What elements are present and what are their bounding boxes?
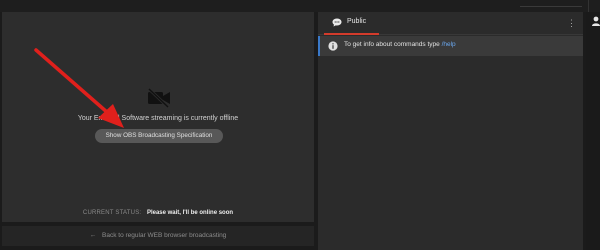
tab-active-indicator <box>324 33 379 35</box>
tab-public[interactable]: Public <box>324 12 379 35</box>
message-text: To get info about commands type /help <box>344 41 456 48</box>
chat-header: Public ⋮ <box>318 12 583 35</box>
arrow-left-icon: ← <box>89 232 97 239</box>
chat-bubble-icon <box>332 18 342 27</box>
show-obs-spec-button[interactable]: Show OBS Broadcasting Specification <box>95 129 223 143</box>
video-panel: Your External Software streaming is curr… <box>2 12 314 222</box>
right-sidebar <box>586 12 600 250</box>
info-icon <box>328 41 338 51</box>
tab-public-label: Public <box>347 18 367 25</box>
chat-panel: Public ⋮ To get info about commands type… <box>318 12 583 250</box>
message-body: To get info about commands type <box>344 41 442 48</box>
offline-message: Your External Software streaming is curr… <box>77 115 239 122</box>
system-message: To get info about commands type /help <box>318 36 583 56</box>
help-command-link[interactable]: /help <box>442 41 456 48</box>
status-value: Please wait, I'll be online soon <box>146 210 234 216</box>
user-icon[interactable] <box>592 16 600 26</box>
back-button-label: Back to regular WEB browser broadcasting <box>102 232 227 239</box>
top-bar <box>0 0 600 12</box>
status-label: CURRENT STATUS: <box>82 210 142 216</box>
video-off-icon <box>147 88 170 108</box>
chat-menu-icon[interactable]: ⋮ <box>567 17 576 29</box>
top-bar-separator <box>588 0 589 12</box>
back-to-web-broadcasting-button[interactable]: ← Back to regular WEB browser broadcasti… <box>2 226 314 246</box>
top-bar-divider <box>520 6 582 7</box>
current-status: CURRENT STATUS: Please wait, I'll be onl… <box>2 210 314 216</box>
